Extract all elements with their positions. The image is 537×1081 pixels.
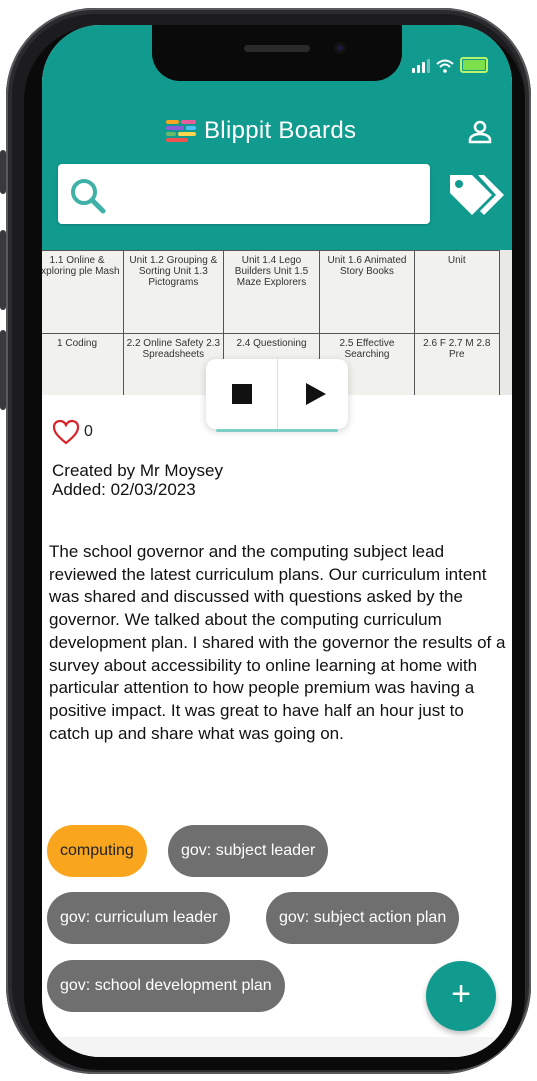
photo-cell: 1.1 Online & Exploring ple Mash: [42, 250, 125, 334]
front-camera: [334, 42, 346, 54]
add-post-button[interactable]: +: [426, 961, 496, 1031]
wifi-icon: [436, 59, 454, 73]
post-meta: Created by Mr Moysey Added: 02/03/2023: [52, 461, 223, 499]
photo-cell: 2.6 F 2.7 M 2.8 Pre: [413, 333, 501, 395]
battery-icon: [460, 57, 488, 73]
play-button[interactable]: [278, 359, 349, 429]
tags-filter-icon[interactable]: [442, 169, 504, 221]
status-bar: [412, 57, 488, 73]
photo-cell: Unit 1.4 Lego Builders Unit 1.5 Maze Exp…: [222, 250, 321, 334]
title-bar: Blippit Boards: [42, 113, 512, 153]
photo-cell: Unit 1.6 Animated Story Books: [319, 250, 415, 334]
stop-button[interactable]: [206, 359, 278, 429]
tag-gov-subject-leader[interactable]: gov: subject leader: [168, 825, 329, 877]
tag-computing[interactable]: computing: [47, 825, 147, 877]
mute-switch: [0, 150, 6, 194]
app-title: Blippit Boards: [204, 117, 357, 144]
tag-gov-curriculum-leader[interactable]: gov: curriculum leader: [47, 892, 231, 944]
tag-gov-school-development-plan[interactable]: gov: school development plan: [47, 960, 285, 1012]
volume-up-button: [0, 230, 6, 310]
signal-icon: [412, 59, 430, 73]
created-by: Created by Mr Moysey: [52, 461, 223, 480]
audio-player: [206, 359, 348, 429]
stop-icon: [232, 384, 252, 404]
photo-cell: Unit 1.2 Grouping & Sorting Unit 1.3 Pic…: [123, 250, 224, 334]
search-box[interactable]: [58, 164, 430, 224]
search-icon: [71, 179, 106, 214]
search-input[interactable]: [116, 174, 420, 216]
photo-cell: Unit: [413, 250, 501, 334]
blippit-logo-icon: [166, 120, 196, 142]
tag-gov-subject-action-plan[interactable]: gov: subject action plan: [266, 892, 460, 944]
added-date: Added: 02/03/2023: [52, 480, 196, 499]
play-icon: [305, 383, 326, 405]
post-description: The school governor and the computing su…: [49, 542, 506, 743]
audio-progress-bar: [216, 429, 338, 432]
app-screen: Blippit Boards 1.1 Online & Exploring pl…: [42, 25, 512, 1057]
phone-notch: [152, 25, 402, 81]
photo-cell: 1 Coding: [42, 333, 125, 395]
home-indicator-area: [42, 1037, 512, 1057]
volume-down-button: [0, 330, 6, 410]
heart-icon[interactable]: [52, 419, 80, 445]
speaker-grille: [244, 45, 310, 52]
like-count: 0: [84, 423, 93, 440]
like-row: 0: [52, 419, 93, 445]
user-profile-icon[interactable]: [466, 118, 494, 146]
